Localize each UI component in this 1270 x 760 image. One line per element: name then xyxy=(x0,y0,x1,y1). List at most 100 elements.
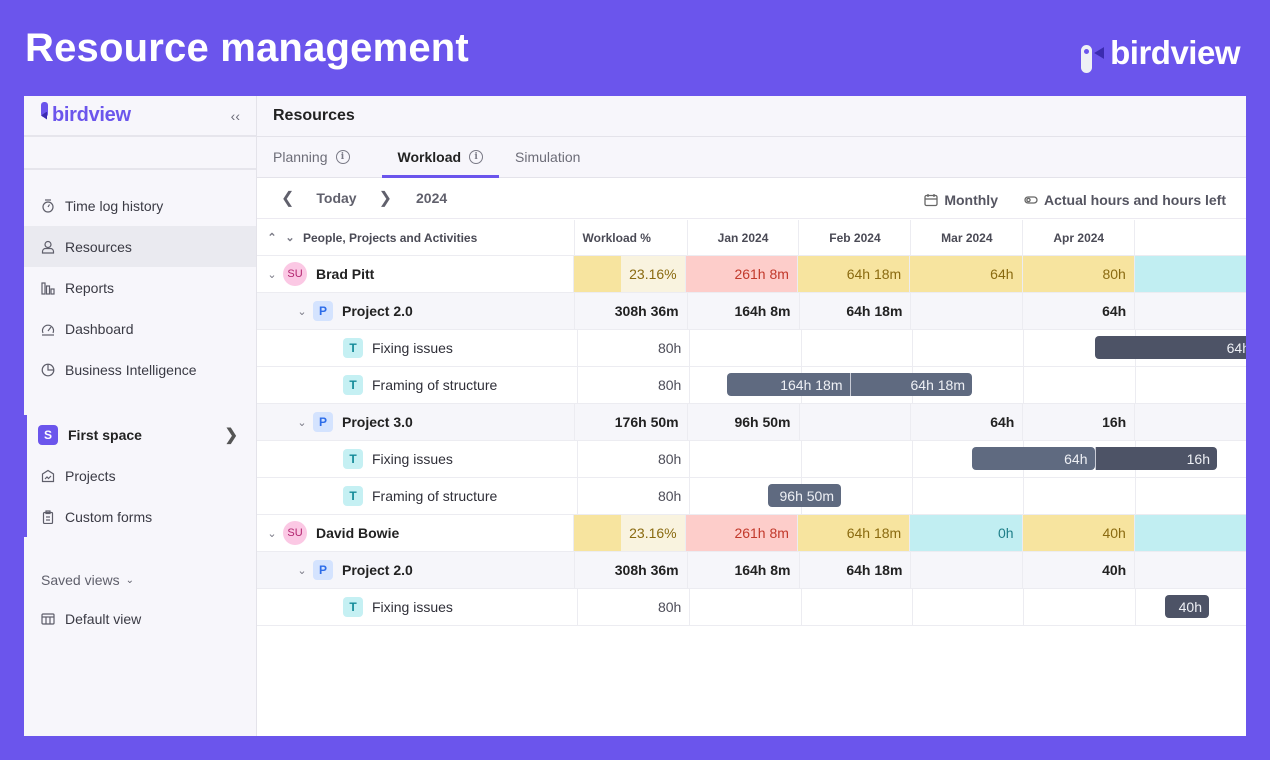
sidebar-item-business-intelligence[interactable]: Business Intelligence xyxy=(24,349,256,390)
chevron-down-icon[interactable]: ⌄ xyxy=(295,305,309,318)
chevron-down-icon: ⌄ xyxy=(125,574,134,586)
task-row[interactable]: T Fixing issues 80h 64h xyxy=(257,330,1246,367)
sidebar-logo[interactable]: birdview xyxy=(41,102,131,127)
today-button[interactable]: Today xyxy=(316,190,356,206)
task-row[interactable]: T Fixing issues 80h 64h 16h xyxy=(257,441,1246,478)
month-load-cell: 64h 18m xyxy=(797,256,911,292)
sidebar-space-first-space[interactable]: S First space ❯ xyxy=(24,414,256,455)
month-load-value: 64h 18m xyxy=(846,266,902,282)
workload-percent-cell: 23.16% xyxy=(573,256,686,292)
allocation-value: 64h xyxy=(1064,450,1088,467)
sidebar-item-time-log-history[interactable]: Time log history xyxy=(24,185,256,226)
task-total: 80h xyxy=(657,488,682,504)
task-name: Fixing issues xyxy=(372,451,453,467)
chevron-down-icon[interactable]: ⌄ xyxy=(295,564,309,577)
month-load-value: 261h 8m xyxy=(734,525,789,541)
info-icon[interactable]: i xyxy=(469,150,484,164)
period-label: Monthly xyxy=(944,191,998,208)
tab-label: Simulation xyxy=(515,149,581,165)
birdview-logo-icon xyxy=(1081,39,1105,73)
saved-views-toggle[interactable]: Saved views ⌄ xyxy=(41,572,134,588)
gauge-icon xyxy=(41,322,55,336)
month-hours: 64h xyxy=(990,414,1015,430)
prev-period-button[interactable]: ❮ xyxy=(281,188,294,208)
task-badge: T xyxy=(343,449,363,469)
person-name: Brad Pitt xyxy=(316,266,375,282)
task-name: Framing of structure xyxy=(372,377,498,393)
chevron-right-icon[interactable]: ❯ xyxy=(225,425,238,445)
collapse-all-icon[interactable]: ⌄ xyxy=(283,231,297,244)
task-name: Fixing issues xyxy=(372,599,453,615)
avatar: SU xyxy=(283,521,307,545)
allocation-bar[interactable]: 96h 50m xyxy=(768,484,841,507)
chevron-down-icon[interactable]: ⌄ xyxy=(265,268,279,281)
sidebar-item-label: Custom forms xyxy=(65,508,153,525)
info-icon[interactable]: i xyxy=(335,150,350,164)
workload-value: 23.16% xyxy=(629,525,677,541)
project-name: Project 3.0 xyxy=(342,414,413,430)
person-row[interactable]: ⌄ SU David Bowie 23.16% 261h 8m 64h 18m 0h 40h xyxy=(257,515,1246,552)
month-hours: 64h xyxy=(1102,303,1127,319)
brand-logo: birdview xyxy=(1081,34,1240,73)
calendar-icon xyxy=(924,193,938,206)
month-load-value: 261h 8m xyxy=(734,266,789,282)
task-badge: T xyxy=(343,338,363,358)
allocation-bar[interactable]: 64h xyxy=(1094,336,1246,359)
next-period-button[interactable]: ❯ xyxy=(379,188,392,208)
month-load-cell: 0h xyxy=(910,515,1023,551)
allocation-bar[interactable]: 40h xyxy=(1165,595,1209,618)
tab-planning[interactable]: Planning i xyxy=(273,137,366,177)
month-load-cell xyxy=(1134,515,1246,551)
allocation-bar[interactable]: 164h 18m xyxy=(727,373,850,396)
month-hours: 16h xyxy=(1102,414,1127,430)
task-badge: T xyxy=(343,597,363,617)
sidebar-item-custom-forms[interactable]: Custom forms xyxy=(24,496,256,537)
task-row[interactable]: T Fixing issues 80h 40h xyxy=(257,589,1246,626)
workload-percent-cell: 23.16% xyxy=(573,515,686,551)
task-row[interactable]: T Framing of structure 80h 96h 50m xyxy=(257,478,1246,515)
task-total: 80h xyxy=(657,377,682,393)
column-header-name: People, Projects and Activities xyxy=(303,230,478,245)
allocation-bar[interactable]: 64h 18m xyxy=(849,373,972,396)
bar-chart-icon xyxy=(41,281,55,295)
toggle-icon xyxy=(1024,195,1038,204)
sidebar-item-dashboard[interactable]: Dashboard xyxy=(24,308,256,349)
task-total: 80h xyxy=(657,340,682,356)
sidebar-item-projects[interactable]: Projects xyxy=(24,455,256,496)
chevron-down-icon[interactable]: ⌄ xyxy=(265,527,279,540)
project-row[interactable]: ⌄ P Project 2.0 308h 36m 164h 8m 64h 18m 64h xyxy=(257,293,1246,330)
collapse-sidebar-icon[interactable]: ‹‹ xyxy=(231,108,240,124)
month-load-value: 40h xyxy=(1102,525,1126,541)
task-badge: T xyxy=(343,375,363,395)
task-total: 80h xyxy=(657,451,682,467)
task-row[interactable]: T Framing of structure 80h 164h 18m 64h 18m xyxy=(257,367,1246,404)
tab-workload[interactable]: Workload i xyxy=(381,137,500,178)
allocation-bar[interactable]: 64h xyxy=(972,447,1095,470)
sidebar-item-label: Projects xyxy=(65,467,116,484)
allocation-value: 96h 50m xyxy=(779,487,834,504)
sidebar-item-reports[interactable]: Reports xyxy=(24,267,256,308)
chevron-down-icon[interactable]: ⌄ xyxy=(295,416,309,429)
project-name: Project 2.0 xyxy=(342,303,413,319)
month-hours: 64h 18m xyxy=(846,562,903,578)
hours-mode-toggle[interactable]: Actual hours and hours left xyxy=(1024,192,1226,208)
allocation-value: 64h xyxy=(1226,339,1246,356)
sidebar-item-default-view[interactable]: Default view xyxy=(24,598,256,639)
sidebar-item-resources[interactable]: Resources xyxy=(24,226,256,267)
month-load-cell: 261h 8m xyxy=(685,256,798,292)
main-panel: Resources Planning i Workload i Simulation ❮… xyxy=(257,96,1246,736)
month-load-value: 64h xyxy=(990,266,1014,282)
clipboard-icon xyxy=(41,509,55,524)
allocation-bar[interactable]: 16h xyxy=(1094,447,1217,470)
project-total: 176h 50m xyxy=(614,414,679,430)
project-row[interactable]: ⌄ P Project 3.0 176h 50m 96h 50m 64h 16h xyxy=(257,404,1246,441)
sidebar-search-area[interactable] xyxy=(24,137,256,170)
tab-simulation[interactable]: Simulation xyxy=(499,137,596,177)
column-header-month: Feb 2024 xyxy=(829,230,881,245)
expand-all-icon[interactable]: ⌃ xyxy=(265,231,279,244)
project-row[interactable]: ⌄ P Project 2.0 308h 36m 164h 8m 64h 18m 40h xyxy=(257,552,1246,589)
task-total: 80h xyxy=(657,599,682,615)
person-row[interactable]: ⌄ SU Brad Pitt 23.16% 261h 8m 64h 18m 64h 80h xyxy=(257,256,1246,293)
allocation-value: 40h xyxy=(1178,598,1202,615)
period-selector[interactable]: Monthly xyxy=(924,192,998,208)
